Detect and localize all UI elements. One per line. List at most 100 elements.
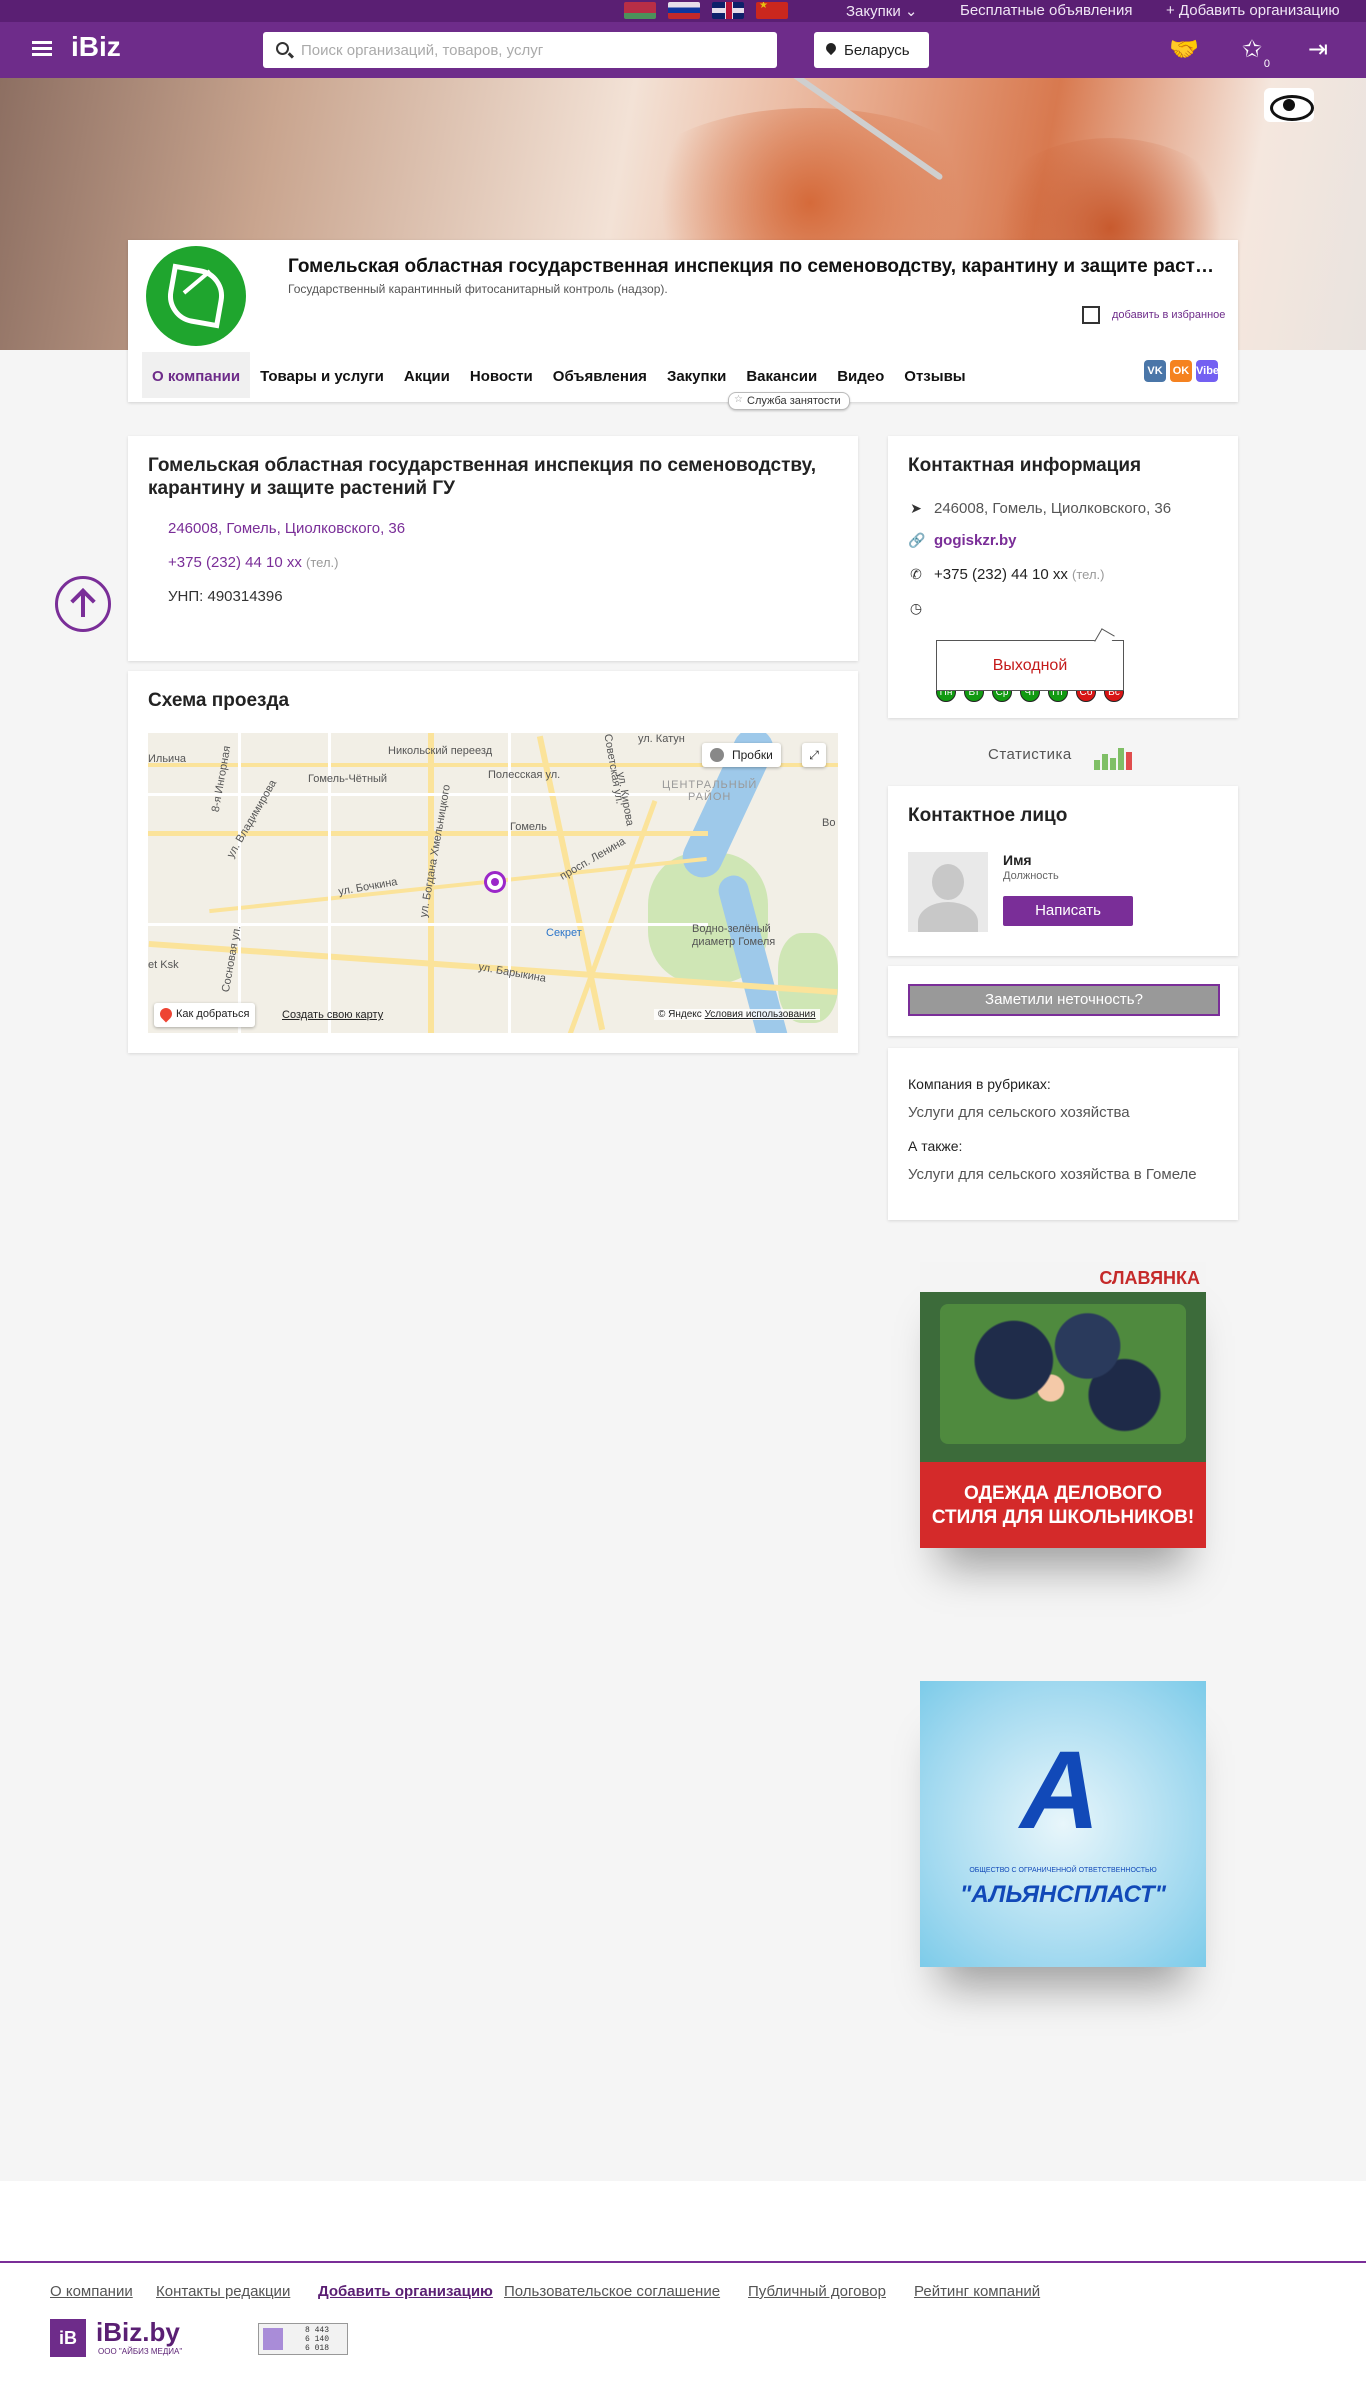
also-rubric-link[interactable]: Услуги для сельского хозяйства в Гомеле xyxy=(908,1166,1197,1183)
vk-share-icon[interactable]: VK xyxy=(1144,360,1166,382)
free-ads-link[interactable]: Бесплатные объявления xyxy=(960,2,1132,19)
map-label: ЦЕНТРАЛЬНЫЙ xyxy=(662,779,758,791)
ad-photo xyxy=(940,1304,1186,1444)
footer-link-about[interactable]: О компании xyxy=(50,2283,133,2300)
ad-banner-slavyanka[interactable]: СЛАВЯНКА ОДЕЖДА ДЕЛОВОГО СТИЛЯ ДЛЯ ШКОЛЬ… xyxy=(920,1262,1206,1548)
map-title: Схема проезда xyxy=(148,690,290,711)
about-title: Гомельская областная государственная инс… xyxy=(148,455,817,499)
viber-share-icon[interactable]: Viber xyxy=(1196,360,1223,382)
contact-person-name: Имя xyxy=(1003,852,1032,868)
about-phone-row: +375 (232) 44 10 xx (тел.) xyxy=(168,554,338,571)
tab-ads[interactable]: Объявления xyxy=(543,352,657,398)
footer-link-rating[interactable]: Рейтинг компаний xyxy=(914,2283,1040,2300)
ok-share-icon[interactable]: OK xyxy=(1170,360,1192,382)
closed-popup: Выходной xyxy=(936,640,1124,691)
location-pin-icon xyxy=(823,40,839,56)
map-label: Водно-зелёный xyxy=(692,923,771,935)
ad-slogan-line: СТИЛЯ ДЛЯ ШКОЛЬНИКОВ! xyxy=(931,1507,1195,1528)
map-label: Никольский переезд xyxy=(388,745,493,757)
write-button[interactable]: Написать xyxy=(1003,896,1133,926)
favorites-count: 0 xyxy=(1263,58,1270,70)
about-phone-link[interactable]: +375 (232) 44 10 xx xyxy=(168,554,302,571)
chevron-down-icon: ⌄ xyxy=(904,3,918,20)
ad-brand: СЛАВЯНКА xyxy=(1099,1268,1200,1288)
counter-value: 8 443 xyxy=(305,2326,330,2335)
flag-russia-icon[interactable] xyxy=(668,2,700,19)
tab-purchases[interactable]: Закупки xyxy=(657,352,736,398)
region-label: Беларусь xyxy=(844,42,910,59)
footer-link-contract[interactable]: Публичный договор xyxy=(748,2283,886,2300)
traffic-button[interactable]: Пробки xyxy=(702,743,781,767)
ad-banner-alyansplast[interactable]: A ОБЩЕСТВО С ОГРАНИЧЕННОЙ ОТВЕТСТВЕННОСТ… xyxy=(920,1681,1206,1967)
footer: О компании Контакты редакции Добавить ор… xyxy=(0,2181,1366,2384)
flag-uk-icon[interactable] xyxy=(712,2,744,19)
statistics-link[interactable]: Статистика xyxy=(988,746,1072,763)
company-subtitle: Государственный карантинный фитосанитарн… xyxy=(288,282,668,296)
logo[interactable]: iBiz xyxy=(71,31,121,63)
create-map-link[interactable]: Создать свою карту xyxy=(282,1009,383,1021)
map-label: Гомель-Чётный xyxy=(308,773,388,785)
favorites-stars-icon[interactable]: ✩ 0 xyxy=(1236,34,1270,70)
report-inaccuracy-button[interactable]: Заметили неточность? xyxy=(908,984,1220,1016)
footer-logo-mark[interactable]: iB xyxy=(50,2319,86,2357)
menu-icon[interactable] xyxy=(32,41,52,57)
company-title: Гомельская областная государственная инс… xyxy=(288,256,1218,277)
red-pin-icon xyxy=(157,1005,175,1023)
map-view[interactable]: Ильича Никольский переезд Гомель-Чётный … xyxy=(148,733,838,1033)
map-label: Полесская ул. xyxy=(488,769,561,781)
contact-person-title: Контактное лицо xyxy=(908,805,1068,826)
rubrics-label: Компания в рубриках: xyxy=(908,1076,1051,1092)
add-organization-link[interactable]: + Добавить организацию xyxy=(1166,2,1340,19)
company-tabs: О компании Товары и услуги Акции Новости… xyxy=(142,352,976,398)
phone-icon: ✆ xyxy=(910,566,922,582)
purchases-link[interactable]: Закупки ⌄ xyxy=(846,2,917,20)
map-label: ул. Владимирова xyxy=(224,777,280,861)
favorite-checkbox[interactable] xyxy=(1082,306,1100,324)
statistics-chart-icon[interactable] xyxy=(1090,740,1134,770)
map-label: et Ksk xyxy=(148,959,179,971)
map-marker-icon[interactable] xyxy=(484,871,506,893)
contact-person-position: Должность xyxy=(1003,870,1059,882)
login-icon[interactable]: ⇥ xyxy=(1302,34,1334,66)
visit-counter[interactable]: 8 443 6 140 6 018 xyxy=(258,2323,348,2355)
flag-belarus-icon[interactable] xyxy=(624,2,656,19)
route-button[interactable]: Как добраться xyxy=(154,1003,256,1027)
handshake-icon[interactable]: 🤝 xyxy=(1168,34,1200,66)
rubric-link[interactable]: Услуги для сельского хозяйства xyxy=(908,1104,1130,1121)
search-input[interactable] xyxy=(301,32,771,68)
top-strip: Закупки ⌄ Бесплатные объявления + Добави… xyxy=(0,0,1366,22)
clock-icon: ◷ xyxy=(909,600,923,616)
footer-link-agreement[interactable]: Пользовательское соглашение xyxy=(504,2283,720,2300)
add-to-favorites[interactable]: добавить в избранное xyxy=(1082,306,1225,324)
search-icon[interactable] xyxy=(276,42,289,55)
contact-site-link[interactable]: gogiskzr.by xyxy=(934,532,1017,549)
scroll-up-arrow-icon[interactable] xyxy=(55,576,111,632)
map-label: ул. Катун xyxy=(638,733,685,745)
contact-address: 246008, Гомель, Циолковского, 36 xyxy=(934,500,1172,517)
contact-phone-row: +375 (232) 44 10 xx (тел.) xyxy=(934,566,1104,583)
footer-link-add-org[interactable]: Добавить организацию xyxy=(318,2283,493,2300)
search-box xyxy=(263,32,777,68)
avatar xyxy=(908,852,988,932)
footer-link-contacts[interactable]: Контакты редакции xyxy=(156,2283,290,2300)
favorite-label: добавить в избранное xyxy=(1112,309,1226,321)
link-icon: 🔗 xyxy=(908,532,926,548)
tab-about[interactable]: О компании xyxy=(142,352,251,398)
fullscreen-icon[interactable]: ⤢ xyxy=(802,743,826,767)
about-address-link[interactable]: 246008, Гомель, Циолковского, 36 xyxy=(168,520,405,537)
map-label: ул. Богдана Хмельницкого xyxy=(417,783,453,919)
footer-divider xyxy=(0,2261,1366,2263)
region-selector[interactable]: Беларусь xyxy=(814,32,929,68)
map-terms-link[interactable]: Условия использования xyxy=(705,1009,816,1020)
tab-promotions[interactable]: Акции xyxy=(394,352,460,398)
flag-china-icon[interactable] xyxy=(756,2,788,19)
company-card: Гомельская областная государственная инс… xyxy=(128,240,1238,402)
tab-reviews[interactable]: Отзывы xyxy=(894,352,975,398)
tab-news[interactable]: Новости xyxy=(460,352,543,398)
footer-logo-text[interactable]: iBiz.by xyxy=(96,2317,180,2348)
map-attribution: © Яндекс Условия использования xyxy=(654,1009,820,1020)
tab-products[interactable]: Товары и услуги xyxy=(250,352,394,398)
alyansplast-logo-icon: A xyxy=(1020,1729,1100,1852)
visually-impaired-eye-icon[interactable] xyxy=(1264,88,1314,122)
contact-phone[interactable]: +375 (232) 44 10 xx xyxy=(934,566,1068,583)
